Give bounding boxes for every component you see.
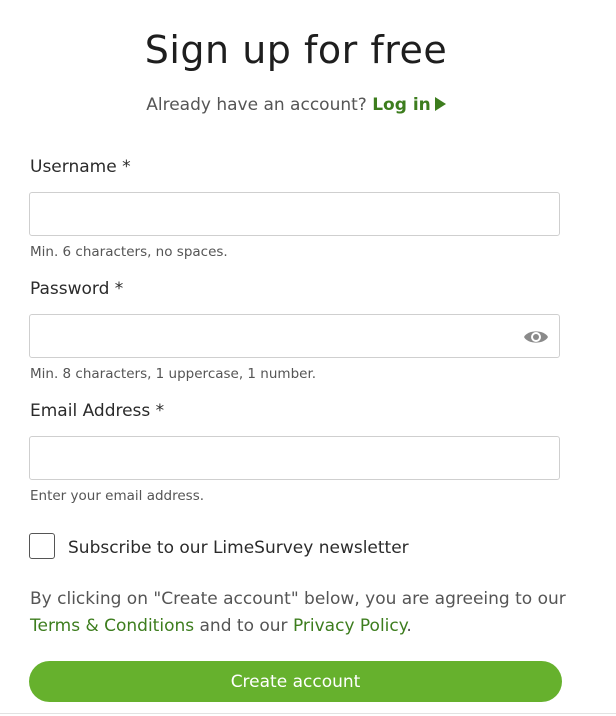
password-input[interactable] <box>30 315 559 357</box>
terms-prefix: By clicking on "Create account" below, y… <box>30 589 566 609</box>
login-prompt: Already have an account? Log in <box>0 95 592 115</box>
username-label: Username * <box>30 157 131 177</box>
newsletter-label[interactable]: Subscribe to our LimeSurvey newsletter <box>68 538 409 558</box>
signup-page: Sign up for free Already have an account… <box>0 0 616 716</box>
terms-text: By clicking on "Create account" below, y… <box>30 586 570 640</box>
play-arrow-icon[interactable] <box>434 97 446 111</box>
eye-icon[interactable] <box>523 327 549 347</box>
password-label: Password * <box>30 279 124 299</box>
create-account-button[interactable]: Create account <box>29 661 562 702</box>
email-label: Email Address * <box>30 401 165 421</box>
page-title: Sign up for free <box>144 28 448 72</box>
username-help: Min. 6 characters, no spaces. <box>30 244 228 260</box>
terms-middle: and to our <box>199 616 288 636</box>
login-prompt-text: Already have an account? <box>146 95 367 115</box>
email-input[interactable] <box>30 437 559 479</box>
email-help: Enter your email address. <box>30 488 205 504</box>
login-link-label[interactable]: Log in <box>372 95 431 115</box>
terms-suffix: . <box>406 616 412 636</box>
privacy-link[interactable]: Privacy Policy <box>293 616 406 636</box>
username-input[interactable] <box>30 193 559 235</box>
divider <box>0 713 616 714</box>
username-field[interactable] <box>29 192 560 236</box>
login-link[interactable]: Log in <box>372 95 446 115</box>
password-field[interactable] <box>29 314 560 358</box>
terms-link[interactable]: Terms & Conditions <box>30 616 194 636</box>
email-field[interactable] <box>29 436 560 480</box>
password-help: Min. 8 characters, 1 uppercase, 1 number… <box>30 366 317 382</box>
newsletter-checkbox[interactable] <box>29 533 55 559</box>
